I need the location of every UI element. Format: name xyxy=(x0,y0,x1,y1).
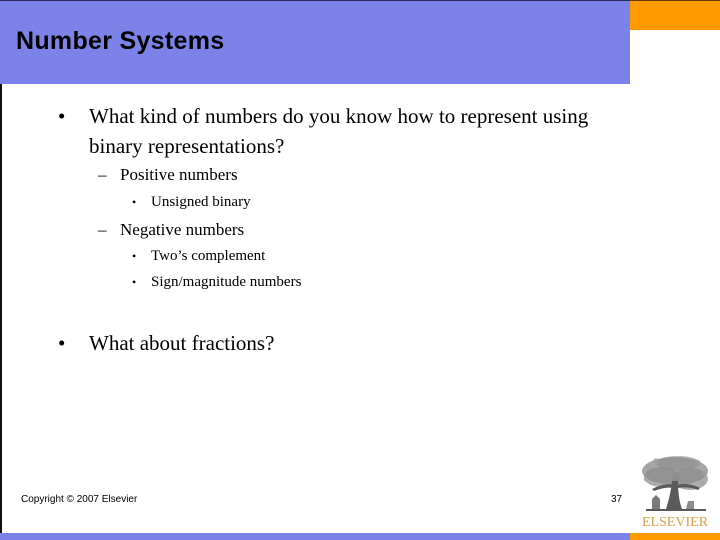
bullet-2-line-1: What about fractions? xyxy=(89,331,275,355)
sub-bullet-text: Negative numbers xyxy=(120,220,245,239)
dash-marker: – xyxy=(98,220,107,239)
bottom-bar-blue xyxy=(0,533,630,540)
slide-title: Number Systems xyxy=(16,27,225,55)
slide: Number Systems • What kind of numbers do… xyxy=(0,0,720,540)
dot-marker: • xyxy=(132,249,137,263)
bullet-1-line-2: binary representations? xyxy=(89,134,285,158)
sub-sub-bullet-text: Sign/magnitude numbers xyxy=(151,274,302,290)
sub-sub-bullet-text: Unsigned binary xyxy=(151,194,251,210)
dash-marker: – xyxy=(98,165,107,184)
sub-sub-bullet-text: Two’s complement xyxy=(151,248,266,264)
elsevier-tree-icon xyxy=(642,456,708,511)
sub-bullet-text: Positive numbers xyxy=(120,165,238,184)
bottom-bar-orange xyxy=(630,533,720,540)
footer-copyright: Copyright © 2007 Elsevier xyxy=(21,494,138,505)
dot-marker: • xyxy=(132,275,137,289)
dot-marker: • xyxy=(132,195,137,209)
page-number: 37 xyxy=(611,494,623,505)
title-bar: Number Systems xyxy=(0,0,630,84)
bullet-marker: • xyxy=(58,331,66,355)
bullet-1-line-1: What kind of numbers do you know how to … xyxy=(89,104,589,128)
elsevier-wordmark: ELSEVIER xyxy=(641,515,709,530)
bullet-marker: • xyxy=(58,104,66,128)
elsevier-logo: ELSEVIER xyxy=(638,455,712,531)
orange-corner-accent xyxy=(630,0,720,30)
